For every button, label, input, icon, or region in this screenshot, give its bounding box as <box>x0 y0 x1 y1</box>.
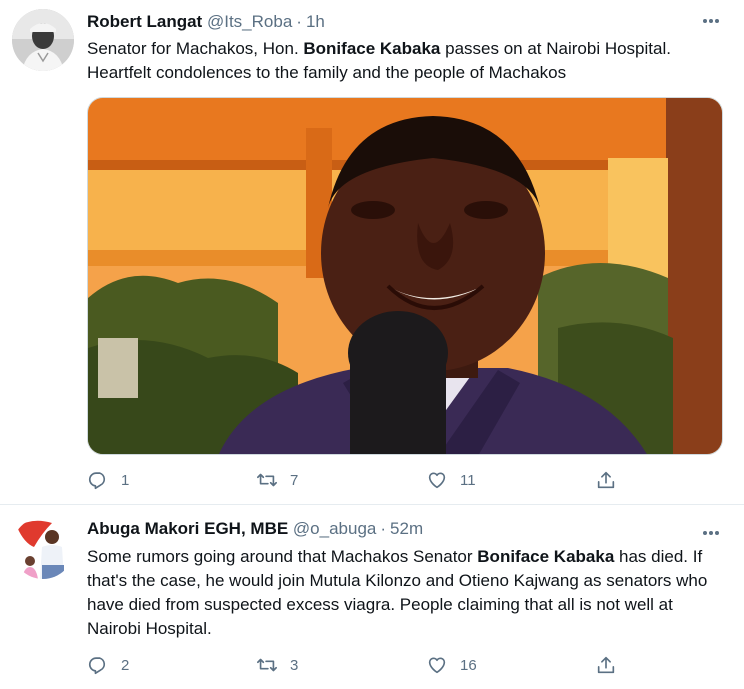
heart-icon <box>428 657 446 674</box>
mention-bold: Boniface Kabaka <box>477 547 615 566</box>
heart-icon <box>428 472 446 489</box>
reply-count: 1 <box>121 471 130 489</box>
tweet-actions: 2 3 16 <box>87 653 627 677</box>
timestamp[interactable]: 1h <box>306 12 325 31</box>
like-button[interactable]: 11 <box>426 468 476 492</box>
author-handle[interactable]: @Its_Roba <box>207 12 292 31</box>
more-icon[interactable] <box>700 10 722 32</box>
tweet-text: Senator for Machakos, Hon. Boniface Kaba… <box>87 37 727 85</box>
retweet-icon <box>257 658 277 672</box>
retweet-count: 7 <box>290 471 299 489</box>
reply-count: 2 <box>121 656 130 674</box>
retweet-count: 3 <box>290 656 299 674</box>
tweet-text: Some rumors going around that Machakos S… <box>87 545 717 641</box>
tweet-actions: 1 7 11 <box>87 468 627 492</box>
retweet-button[interactable]: 3 <box>256 653 298 677</box>
retweet-button[interactable]: 7 <box>256 468 298 492</box>
avatar[interactable] <box>12 517 74 579</box>
mention-bold: Boniface Kabaka <box>303 39 441 58</box>
separator: · <box>380 519 387 538</box>
separator: · <box>296 12 302 31</box>
reply-button[interactable]: 2 <box>87 653 129 677</box>
share-button[interactable] <box>595 468 617 492</box>
tweet-text-part: Some rumors going around that Machakos S… <box>87 547 478 566</box>
author-name[interactable]: Robert Langat <box>87 12 202 31</box>
tweet[interactable]: Robert Langat @Its_Roba · 1h Senator for M… <box>0 0 744 504</box>
share-button[interactable] <box>595 653 617 677</box>
avatar[interactable] <box>12 9 74 71</box>
share-icon <box>597 656 615 674</box>
author-name[interactable]: Abuga Makori EGH, MBE <box>87 519 288 538</box>
more-icon[interactable] <box>700 522 722 544</box>
share-icon <box>597 471 615 489</box>
tweet-header: Robert Langat @Its_Roba · 1h <box>87 11 325 33</box>
like-count: 11 <box>460 471 476 489</box>
like-count: 16 <box>460 656 477 674</box>
timestamp[interactable]: 52m <box>390 519 423 538</box>
like-button[interactable]: 16 <box>426 653 477 677</box>
tweet-header: Abuga Makori EGH, MBE @o_abuga · 52m <box>87 518 423 540</box>
reply-icon <box>88 657 106 675</box>
author-handle[interactable]: @o_abuga <box>293 519 376 538</box>
tweet[interactable]: Abuga Makori EGH, MBE @o_abuga · 52m Some … <box>0 505 744 689</box>
retweet-icon <box>257 473 277 487</box>
tweet-media-image[interactable] <box>87 97 723 455</box>
tweet-text-part: Senator for Machakos, Hon. <box>87 39 304 58</box>
reply-button[interactable]: 1 <box>87 468 129 492</box>
reply-icon <box>88 472 106 490</box>
